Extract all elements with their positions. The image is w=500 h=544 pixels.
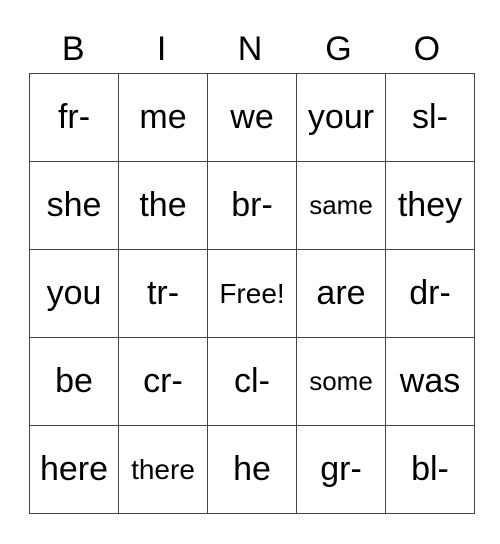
bingo-cell[interactable]: he — [207, 425, 297, 514]
bingo-cell[interactable]: there — [118, 425, 208, 514]
header-letter-b: B — [61, 30, 85, 68]
header-letter-n: N — [237, 30, 263, 68]
bingo-cell[interactable]: cl- — [207, 337, 297, 426]
free-space-cell[interactable]: Free! — [207, 249, 297, 338]
bingo-cell[interactable]: she — [29, 161, 119, 250]
header-letter-o: O — [413, 30, 441, 68]
bingo-cell[interactable]: br- — [207, 161, 297, 250]
bingo-cell[interactable]: they — [385, 161, 475, 250]
bingo-cell[interactable]: was — [385, 337, 475, 426]
header-letter-i: I — [156, 30, 167, 68]
bingo-cell[interactable]: tr- — [118, 249, 208, 338]
bingo-grid: fr- me we your sl- she the br- same they… — [29, 73, 475, 514]
bingo-cell[interactable]: some — [296, 337, 386, 426]
grid-row: fr- me we your sl- — [29, 73, 475, 162]
bingo-cell[interactable]: you — [29, 249, 119, 338]
bingo-cell[interactable]: fr- — [29, 73, 119, 162]
bingo-cell[interactable]: sl- — [385, 73, 475, 162]
grid-row: you tr- Free! are dr- — [29, 249, 475, 338]
bingo-cell[interactable]: cr- — [118, 337, 208, 426]
bingo-header: B I N G O — [29, 26, 471, 72]
bingo-cell[interactable]: your — [296, 73, 386, 162]
header-letter-g: G — [325, 30, 352, 68]
bingo-cell[interactable]: the — [118, 161, 208, 250]
bingo-cell[interactable]: are — [296, 249, 386, 338]
bingo-cell[interactable]: dr- — [385, 249, 475, 338]
bingo-cell[interactable]: same — [296, 161, 386, 250]
grid-row: she the br- same they — [29, 161, 475, 250]
bingo-cell[interactable]: be — [29, 337, 119, 426]
grid-row: be cr- cl- some was — [29, 337, 475, 426]
grid-row: here there he gr- bl- — [29, 425, 475, 514]
bingo-cell[interactable]: bl- — [385, 425, 475, 514]
bingo-cell[interactable]: me — [118, 73, 208, 162]
bingo-cell[interactable]: gr- — [296, 425, 386, 514]
bingo-cell[interactable]: here — [29, 425, 119, 514]
bingo-cell[interactable]: we — [207, 73, 297, 162]
